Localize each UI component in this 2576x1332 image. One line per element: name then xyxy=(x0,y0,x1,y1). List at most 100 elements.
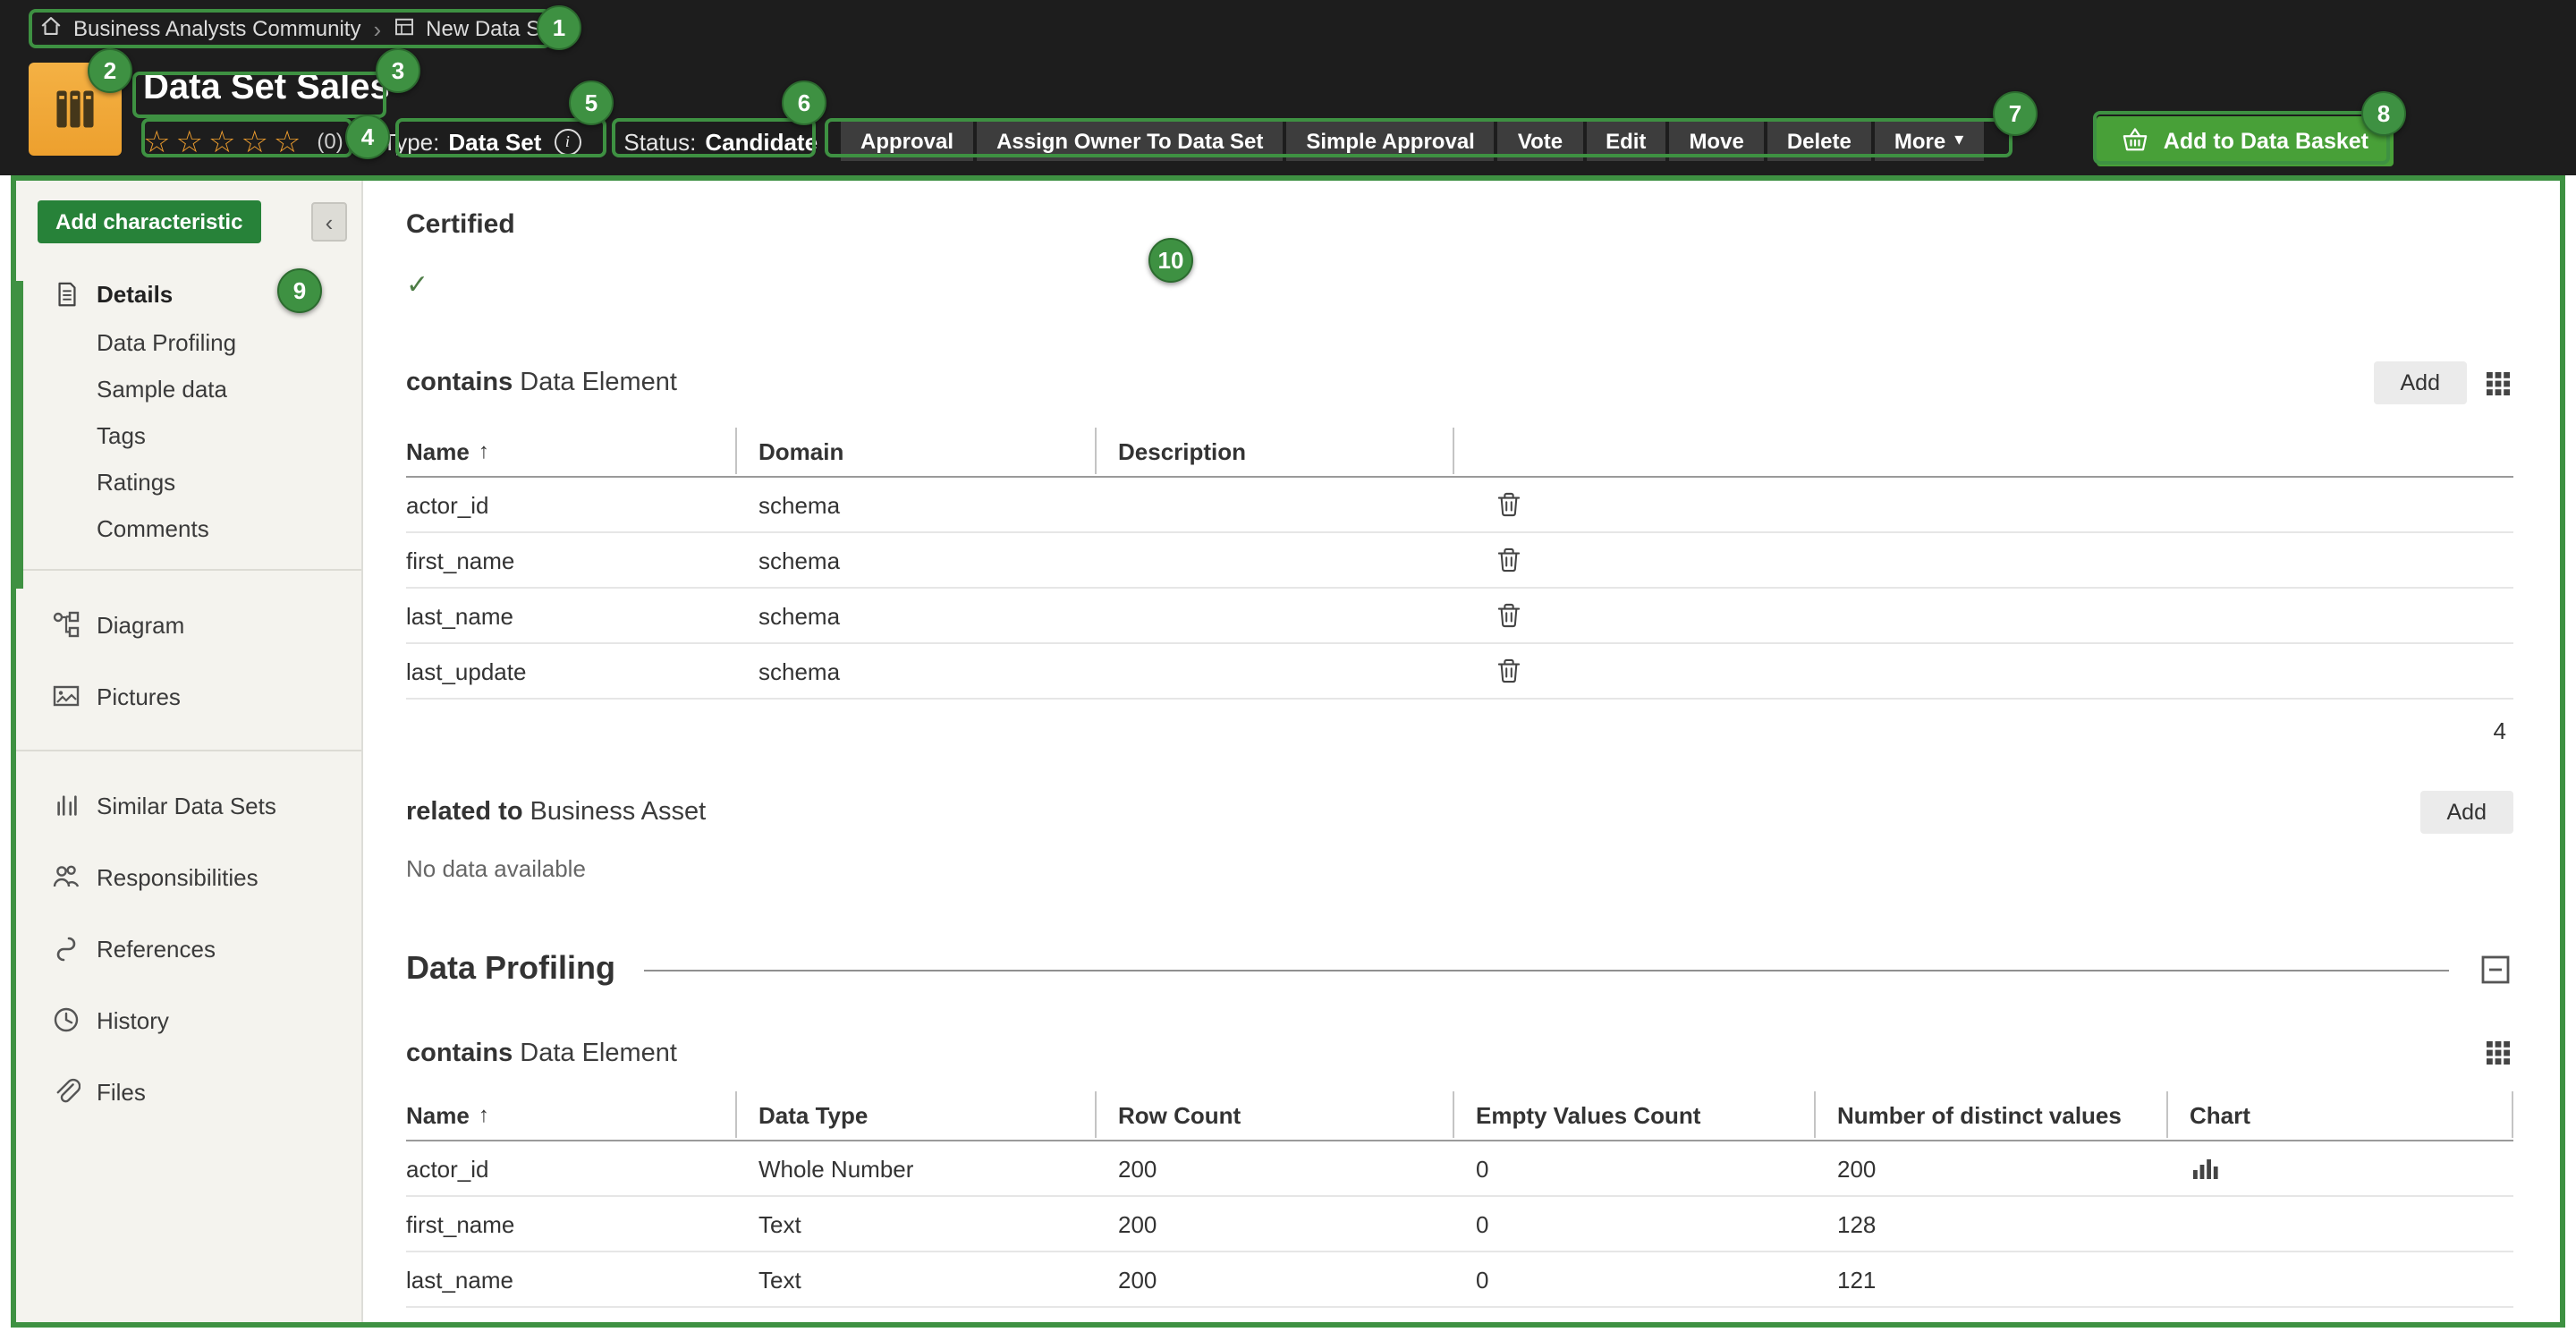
sidebar-item-diagram[interactable]: Diagram xyxy=(16,589,361,660)
sidebar-item-similar-data-sets[interactable]: Similar Data Sets xyxy=(16,769,361,841)
empty-state-text: No data available xyxy=(406,855,2513,882)
breadcrumb-community[interactable]: Business Analysts Community xyxy=(39,14,360,43)
info-icon[interactable]: i xyxy=(554,128,580,155)
sidebar: Add characteristic ‹ Details Data Profil… xyxy=(16,181,363,1322)
delete-button[interactable]: Delete xyxy=(1767,122,1871,161)
application-window: Business Analysts Community › New Data S… xyxy=(0,0,2576,1332)
approval-button[interactable]: Approval xyxy=(841,122,973,161)
column-header-row-count[interactable]: Row Count xyxy=(1097,1091,1454,1138)
cell-name: last_name xyxy=(406,1266,737,1293)
trash-icon[interactable] xyxy=(1494,599,1524,632)
column-header-description[interactable]: Description xyxy=(1097,428,1454,474)
document-icon xyxy=(52,279,80,308)
community-icon xyxy=(39,14,63,43)
data-profiling-header: Data Profiling xyxy=(406,950,2513,988)
sidebar-item-tags[interactable]: Tags xyxy=(16,411,361,458)
main-content: Certified ✓ containsData Element Add Nam… xyxy=(363,181,2560,1322)
cell-domain: schema xyxy=(737,491,1097,518)
status-label: Status: xyxy=(623,128,696,155)
content-frame: Add characteristic ‹ Details Data Profil… xyxy=(11,175,2565,1328)
star-rating-icon[interactable]: ☆☆☆☆☆ xyxy=(143,126,306,157)
sidebar-item-sample-data[interactable]: Sample data xyxy=(16,365,361,411)
similar-datasets-icon xyxy=(52,791,80,819)
table-row: last_update schema xyxy=(406,644,2513,700)
simple-approval-button[interactable]: Simple Approval xyxy=(1286,122,1495,161)
column-header-distinct[interactable]: Number of distinct values xyxy=(1816,1091,2168,1138)
sidebar-item-label: Pictures xyxy=(97,683,181,709)
column-label: Domain xyxy=(758,437,843,464)
breadcrumb-domain-label: New Data Sets xyxy=(426,16,569,41)
cell-name: actor_id xyxy=(406,1155,737,1182)
add-characteristic-button[interactable]: Add characteristic xyxy=(38,200,260,243)
column-header-domain[interactable]: Domain xyxy=(737,428,1097,474)
sidebar-item-comments[interactable]: Comments xyxy=(16,505,361,551)
sidebar-item-label: Tags xyxy=(97,421,146,448)
sidebar-item-ratings[interactable]: Ratings xyxy=(16,458,361,505)
table-row: last_name Text 200 0 121 xyxy=(406,1252,2513,1308)
sidebar-divider xyxy=(16,750,361,751)
related-section-header: related toBusiness Asset Add xyxy=(406,791,2513,834)
column-header-chart[interactable]: Chart xyxy=(2168,1091,2513,1138)
section-divider xyxy=(644,970,2449,971)
collapse-sidebar-button[interactable]: ‹ xyxy=(311,202,347,242)
cell-empty-values: 0 xyxy=(1454,1210,1816,1237)
more-button[interactable]: More ▾ xyxy=(1875,122,1983,161)
sidebar-nav-more: Similar Data Sets Responsibilities Refer… xyxy=(16,769,361,1127)
add-data-element-button[interactable]: Add xyxy=(2374,361,2468,404)
vote-button[interactable]: Vote xyxy=(1498,122,1582,161)
sidebar-item-files[interactable]: Files xyxy=(16,1056,361,1127)
collapse-section-icon[interactable] xyxy=(2478,951,2513,987)
chart-icon[interactable] xyxy=(2190,1155,2222,1182)
view-grid-icon[interactable] xyxy=(2483,368,2513,398)
relation-target-type: Data Element xyxy=(520,1039,677,1067)
sidebar-item-references[interactable]: References xyxy=(16,912,361,984)
trash-icon[interactable] xyxy=(1494,488,1524,521)
sidebar-item-label: History xyxy=(97,1006,169,1033)
add-to-data-basket-button[interactable]: Add to Data Basket xyxy=(2097,116,2394,166)
trash-icon[interactable] xyxy=(1494,544,1524,576)
sidebar-item-details[interactable]: Details xyxy=(16,268,361,318)
view-grid-icon[interactable] xyxy=(2483,1038,2513,1068)
action-button-bar: Approval Assign Owner To Data Set Simple… xyxy=(841,122,1983,161)
table-row: actor_id Whole Number 200 0 200 xyxy=(406,1141,2513,1197)
sidebar-item-pictures[interactable]: Pictures xyxy=(16,660,361,732)
sidebar-item-responsibilities[interactable]: Responsibilities xyxy=(16,841,361,912)
cell-empty-values: 0 xyxy=(1454,1155,1816,1182)
move-button[interactable]: Move xyxy=(1669,122,1763,161)
add-business-asset-button[interactable]: Add xyxy=(2420,791,2514,834)
sidebar-item-data-profiling[interactable]: Data Profiling xyxy=(16,318,361,365)
sidebar-item-label: Comments xyxy=(97,514,209,541)
sidebar-item-history[interactable]: History xyxy=(16,984,361,1056)
relation-target-type: Data Element xyxy=(520,369,677,397)
column-header-name[interactable]: Name↑ xyxy=(406,428,737,474)
sidebar-item-label: Files xyxy=(97,1078,146,1105)
profiling-table: Name↑ Data Type Row Count Empty Values C… xyxy=(406,1090,2513,1308)
cell-name: last_update xyxy=(406,658,737,684)
column-header-empty-values[interactable]: Empty Values Count xyxy=(1454,1091,1816,1138)
table-row: actor_id schema xyxy=(406,478,2513,533)
column-header-actions xyxy=(1454,428,2513,474)
cell-domain: schema xyxy=(737,658,1097,684)
sidebar-divider xyxy=(16,569,361,571)
type-label: Type: xyxy=(383,128,440,155)
cell-distinct: 128 xyxy=(1816,1210,2168,1237)
column-header-name[interactable]: Name↑ xyxy=(406,1091,737,1138)
table-row: last_name schema xyxy=(406,589,2513,644)
contains-section-header: containsData Element Add xyxy=(406,361,2513,404)
cell-name: last_name xyxy=(406,602,737,629)
relation-verb: related to xyxy=(406,798,523,827)
trash-icon[interactable] xyxy=(1494,655,1524,687)
breadcrumb: Business Analysts Community › New Data S… xyxy=(0,0,2576,57)
cell-name: actor_id xyxy=(406,491,737,518)
breadcrumb-domain[interactable]: New Data Sets xyxy=(394,15,569,42)
cell-distinct: 121 xyxy=(1816,1266,2168,1293)
top-header: Business Analysts Community › New Data S… xyxy=(0,0,2576,175)
edit-button[interactable]: Edit xyxy=(1586,122,1665,161)
table-row: first_name schema xyxy=(406,533,2513,589)
sidebar-nav-visuals: Diagram Pictures xyxy=(16,589,361,732)
column-header-data-type[interactable]: Data Type xyxy=(737,1091,1097,1138)
relation-target-type: Business Asset xyxy=(530,798,707,827)
assign-owner-button[interactable]: Assign Owner To Data Set xyxy=(977,122,1283,161)
column-label: Description xyxy=(1118,437,1246,464)
sidebar-item-label: Diagram xyxy=(97,611,184,638)
